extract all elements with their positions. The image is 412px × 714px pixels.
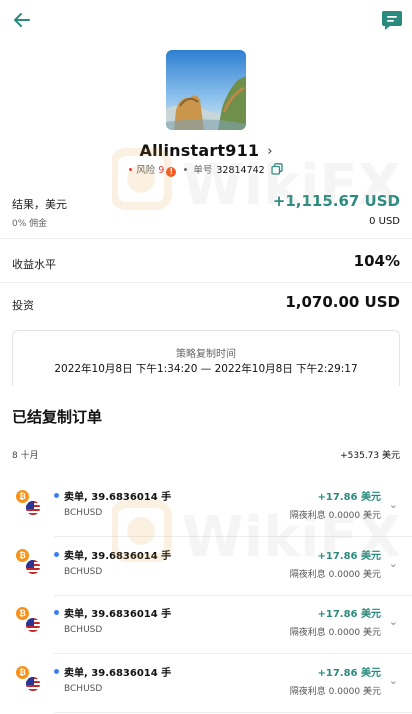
result-label: 结果，美元: [12, 198, 67, 211]
order-symbol: BCHUSD: [64, 566, 103, 577]
divider: [54, 653, 412, 654]
chevron-down-icon[interactable]: ⌄: [389, 498, 398, 511]
chevron-down-icon[interactable]: ⌄: [389, 615, 398, 628]
us-flag-icon: [25, 500, 41, 516]
trader-name: Allinstart911: [139, 141, 260, 160]
result-row: 结果，美元 +1,115.67 USD 0% 佣金 0 USD: [12, 190, 400, 234]
order-profit: +17.86 美元: [317, 492, 382, 503]
order-title: 卖单, 39.6836014 手: [64, 667, 172, 679]
order-row[interactable]: ₿ 卖单, 39.6836014 手 BCHUSD +17.86 美元 隔夜利息 0.0…: [0, 605, 412, 663]
order-row[interactable]: ₿ 卖单, 39.6836014 手 BCHUSD +17.86 美元 隔夜利息 0.0…: [0, 488, 412, 546]
chevron-right-icon: ›: [267, 144, 273, 159]
divider: [54, 711, 412, 713]
investment-row: 投资 1,070.00 USD: [12, 293, 400, 315]
closed-orders-title: 已结复制订单: [12, 408, 103, 426]
order-title: 卖单, 39.6836014 手: [64, 550, 172, 562]
copy-icon[interactable]: [271, 163, 283, 175]
us-flag-icon: [25, 617, 41, 633]
order-number-label: 单号: [193, 165, 213, 176]
trader-name-row[interactable]: Allinstart911 ›: [0, 141, 412, 160]
copy-period-card: 策略复制时间 2022年10月8日 下午1:34:20 — 2022年10月8日…: [12, 330, 400, 386]
separator-dot: [184, 168, 188, 171]
commission-value: 0 USD: [369, 216, 400, 227]
chevron-down-icon[interactable]: ⌄: [389, 557, 398, 570]
us-flag-icon: [25, 675, 41, 692]
trader-avatar: [166, 50, 246, 130]
commission-label: 0% 佣金: [12, 219, 48, 229]
order-profit: +17.86 美元: [317, 550, 382, 562]
status-dot-icon: [54, 551, 59, 557]
divider: [0, 282, 412, 283]
investment-value: 1,070.00 USD: [285, 293, 400, 311]
order-number: 32814742: [216, 165, 265, 176]
chevron-down-icon[interactable]: ⌄: [389, 674, 398, 687]
copy-period-title: 策略复制时间: [176, 349, 236, 360]
order-swap: 隔夜利息 0.0000 美元: [289, 569, 381, 580]
status-dot-icon: [54, 493, 59, 498]
divider: [54, 594, 412, 596]
copy-period-range: 2022年10月8日 下午1:34:20 — 2022年10月8日 下午2:29…: [54, 363, 358, 375]
top-bar: [0, 0, 412, 44]
order-row[interactable]: ₿ 卖单, 39.6836014 手 BCHUSD +17.86 美元隔夜利息 0.0…: [0, 664, 412, 714]
yield-row: 收益水平 104%: [12, 252, 400, 274]
chat-bubble-icon[interactable]: [381, 9, 403, 31]
divider: [0, 238, 412, 239]
order-symbol: BCHUSD: [64, 625, 103, 635]
divider: [54, 536, 412, 537]
order-profit: +17.86 美元: [317, 609, 382, 620]
bitcoin-icon: ₿: [16, 665, 29, 679]
status-dot-icon: [54, 668, 59, 674]
risk-dot-icon: [129, 168, 133, 171]
risk-label: 风险: [136, 165, 156, 176]
order-row[interactable]: ₿ 卖单, 39.6836014 手 BCHUSD +17.86 美元隔夜利息 0.0…: [0, 547, 412, 605]
bitcoin-icon: ₿: [16, 548, 29, 562]
order-swap: 隔夜利息 0.0000 美元: [289, 511, 381, 521]
risk-warning-icon[interactable]: !: [166, 167, 177, 177]
month-label: 8 十月: [12, 451, 39, 461]
order-title: 卖单, 39.6836014 手: [64, 492, 172, 503]
risk-value: 9: [158, 165, 165, 176]
investment-label: 投资: [12, 299, 34, 312]
trader-meta: 风险 9! 单号 32814742: [0, 162, 412, 177]
yield-label: 收益水平: [12, 258, 56, 271]
order-swap: 隔夜利息 0.0000 美元: [289, 686, 381, 697]
us-flag-icon: [25, 558, 41, 575]
month-total: +535.73 美元: [340, 451, 400, 461]
order-title: 卖单, 39.6836014 手: [64, 609, 172, 620]
result-value: +1,115.67 USD: [272, 192, 400, 210]
yield-value: 104%: [353, 252, 400, 270]
back-arrow-icon[interactable]: [10, 8, 34, 32]
status-dot-icon: [54, 610, 59, 615]
order-swap: 隔夜利息 0.0000 美元: [289, 628, 381, 638]
order-symbol: BCHUSD: [64, 508, 103, 518]
order-symbol: BCHUSD: [64, 683, 103, 694]
order-profit: +17.86 美元: [317, 667, 382, 679]
